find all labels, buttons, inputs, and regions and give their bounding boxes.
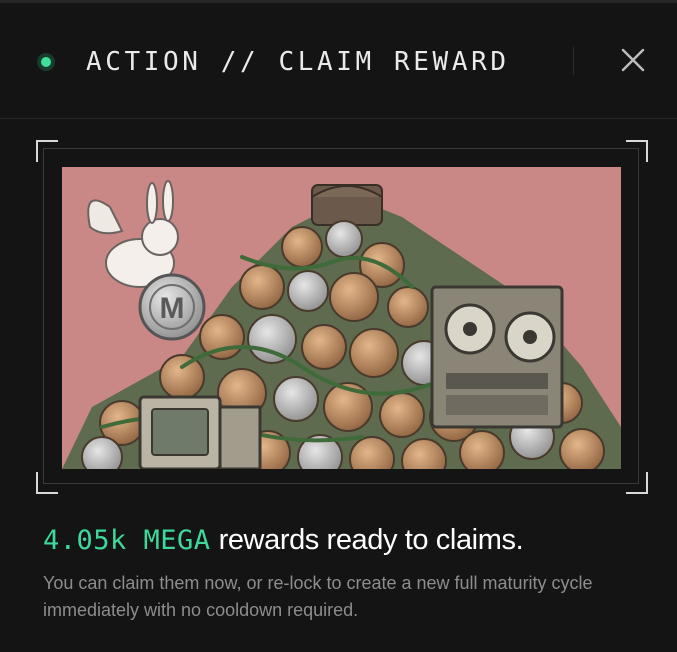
header-divider: [573, 47, 574, 75]
coin-pile-illustration: M: [62, 167, 621, 469]
rewards-description: You can claim them now, or re-lock to cr…: [43, 573, 593, 620]
m-coin-letter: M: [160, 292, 185, 325]
reward-illustration: M: [62, 167, 621, 469]
rewards-headline-text: rewards ready to claims.: [218, 524, 524, 556]
close-icon: [621, 48, 645, 72]
dialog-header: ACTION // CLAIM REWARD: [0, 3, 677, 119]
dialog-title: ACTION // CLAIM REWARD: [86, 47, 510, 77]
reward-amount: 4.05k MEGA: [43, 525, 211, 556]
retro-monitor-icon: [138, 395, 262, 469]
rewards-headline: 4.05k MEGA rewards ready to claims.: [43, 524, 524, 557]
close-button[interactable]: [612, 41, 654, 79]
tape-deck-icon: [430, 285, 564, 429]
m-coin-icon: M: [138, 273, 206, 341]
status-indicator-icon: [37, 53, 55, 71]
